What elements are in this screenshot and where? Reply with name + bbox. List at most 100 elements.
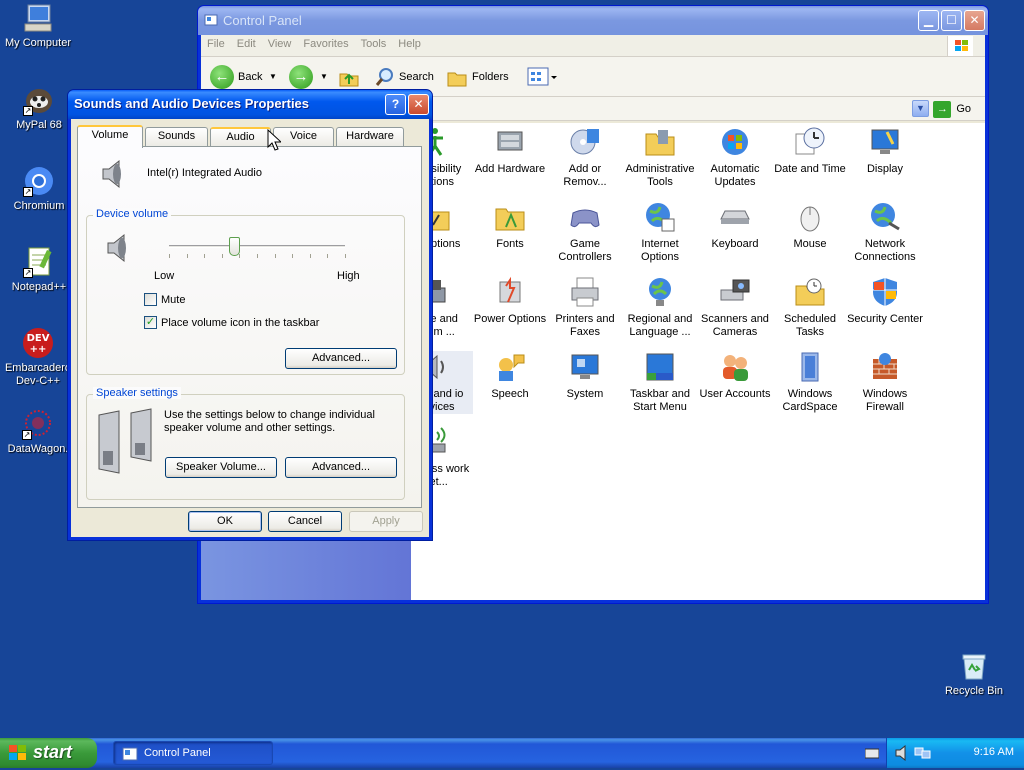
system-icon <box>569 351 601 383</box>
taskbar-start-menu-icon <box>644 351 676 383</box>
apply-button[interactable]: Apply <box>349 511 423 532</box>
device-volume-group: Device volume Low High Mute ✓ Place volu… <box>86 208 405 375</box>
up-folder-icon[interactable] <box>338 65 360 89</box>
start-label: start <box>33 742 73 762</box>
speakers-icon <box>95 407 157 480</box>
cp-item-printers-faxes[interactable]: Printers and Faxes <box>547 276 623 339</box>
cp-item-windows-cardspace[interactable]: Windows CardSpace <box>772 351 848 414</box>
cp-item-display[interactable]: Display <box>847 126 923 176</box>
cp-item-game-controllers[interactable]: Game Controllers <box>547 201 623 264</box>
cp-item-scheduled-tasks[interactable]: Scheduled Tasks <box>772 276 848 339</box>
automatic-updates-icon <box>719 126 751 158</box>
speaker-settings-title: Speaker settings <box>93 387 181 399</box>
volume-advanced-button[interactable]: Advanced... <box>285 348 397 369</box>
back-dropdown-icon[interactable]: ▼ <box>269 65 277 89</box>
forward-button[interactable]: → <box>289 65 313 89</box>
forward-dropdown-icon[interactable]: ▼ <box>320 65 328 89</box>
cp-item-automatic-updates[interactable]: Automatic Updates <box>697 126 773 189</box>
cp-item-mouse[interactable]: Mouse <box>772 201 848 251</box>
mute-checkbox[interactable] <box>144 293 157 306</box>
maximize-button[interactable]: ☐ <box>941 10 962 31</box>
back-arrow-icon[interactable]: ← <box>210 65 234 89</box>
menu-tools[interactable]: Tools <box>355 35 393 50</box>
views-button[interactable] <box>527 65 557 89</box>
search-button[interactable]: Search <box>399 65 434 89</box>
menu-view[interactable]: View <box>262 35 298 50</box>
cp-item-regional-language[interactable]: Regional and Language ... <box>622 276 698 339</box>
desktop-icon-my-computer[interactable]: My Computer <box>0 2 76 50</box>
folders-button[interactable]: Folders <box>472 65 509 89</box>
dialog-close-button[interactable]: ✕ <box>408 94 429 115</box>
search-icon[interactable] <box>375 65 395 89</box>
keyboard-tray-icon[interactable] <box>864 747 880 762</box>
firewall-icon <box>869 351 901 383</box>
tab-hardware[interactable]: Hardware <box>336 127 404 146</box>
tab-voice[interactable]: Voice <box>273 127 334 146</box>
desktop-icon-devcpp[interactable]: DEV ++ Embarcadero Dev-C++ <box>0 327 76 388</box>
computer-icon <box>22 2 54 34</box>
cp-item-speech[interactable]: Speech <box>472 351 548 401</box>
slider-tick <box>310 254 311 258</box>
menu-file[interactable]: File <box>201 35 231 50</box>
desktop-icon-recycle-bin[interactable]: Recycle Bin <box>936 650 1012 698</box>
speaker-advanced-button[interactable]: Advanced... <box>285 457 397 478</box>
desktop-icon-mypal[interactable]: ↗ MyPal 68 <box>1 84 77 132</box>
cp-item-keyboard[interactable]: Keyboard <box>697 201 773 251</box>
device-volume-title: Device volume <box>93 208 172 220</box>
cp-item-add-remove-programs[interactable]: Add or Remov... <box>547 126 623 189</box>
svg-text:DEV: DEV <box>27 333 50 344</box>
dev-cpp-icon: DEV ++ <box>22 327 54 359</box>
folders-icon[interactable] <box>446 65 468 89</box>
cp-item-internet-options[interactable]: Internet Options <box>622 201 698 264</box>
ok-button[interactable]: OK <box>188 511 262 532</box>
cancel-button[interactable]: Cancel <box>268 511 342 532</box>
taskbar: start Control Panel 9:16 AM <box>0 738 1024 768</box>
tab-sounds[interactable]: Sounds <box>145 127 208 146</box>
cp-item-taskbar-start-menu[interactable]: Taskbar and Start Menu <box>622 351 698 414</box>
help-button[interactable]: ? <box>385 94 406 115</box>
speech-icon <box>494 351 526 383</box>
tab-volume[interactable]: Volume <box>77 125 143 148</box>
desktop-icon-datawagon[interactable]: ↗ DataWagon. <box>0 408 76 456</box>
desktop-icon-chromium[interactable]: ↗ Chromium <box>1 165 77 213</box>
system-tray: 9:16 AM <box>864 738 1024 768</box>
cp-item-network-connections[interactable]: Network Connections <box>847 201 923 264</box>
cp-item-security-center[interactable]: Security Center <box>847 276 923 326</box>
menu-edit[interactable]: Edit <box>231 35 262 50</box>
slider-tick <box>292 254 293 258</box>
cp-item-windows-firewall[interactable]: Windows Firewall <box>847 351 923 414</box>
cp-item-fonts[interactable]: Fonts <box>472 201 548 251</box>
back-button[interactable]: Back <box>238 65 262 89</box>
cp-item-power-options[interactable]: Power Options <box>472 276 548 326</box>
close-button[interactable]: ✕ <box>964 10 985 31</box>
mute-label: Mute <box>161 294 186 306</box>
cp-item-system[interactable]: System <box>547 351 623 401</box>
taskbar-item-control-panel[interactable]: Control Panel <box>113 741 273 765</box>
mypal-icon: ↗ <box>23 84 55 116</box>
cp-item-date-time[interactable]: Date and Time <box>772 126 848 176</box>
address-dropdown-icon[interactable]: ▼ <box>912 100 929 117</box>
sounds-audio-properties-dialog[interactable]: Sounds and Audio Devices Properties ? ✕ … <box>67 89 433 541</box>
minimize-button[interactable]: ▁ <box>918 10 939 31</box>
network-tray-icon[interactable] <box>914 745 932 764</box>
volume-tray-icon[interactable] <box>895 744 911 764</box>
desktop-icon-notepadpp[interactable]: ↗ Notepad++ <box>1 246 77 294</box>
tab-audio[interactable]: Audio <box>210 127 271 146</box>
go-button[interactable]: → Go <box>933 100 971 118</box>
menu-favorites[interactable]: Favorites <box>297 35 354 50</box>
menu-help[interactable]: Help <box>392 35 427 50</box>
taskbar-icon-checkbox[interactable]: ✓ <box>144 316 157 329</box>
cp-item-administrative-tools[interactable]: Administrative Tools <box>622 126 698 189</box>
control-panel-titlebar[interactable]: Control Panel ▁ ☐ ✕ <box>198 6 988 35</box>
cp-item-add-hardware[interactable]: Add Hardware <box>472 126 548 176</box>
speaker-volume-button[interactable]: Speaker Volume... <box>165 457 277 478</box>
start-button[interactable]: start <box>0 738 97 768</box>
slider-tick <box>187 254 188 258</box>
volume-high-label: High <box>337 270 360 282</box>
notepad-plus-plus-icon: ↗ <box>23 246 55 278</box>
cp-item-user-accounts[interactable]: User Accounts <box>697 351 773 401</box>
taskbar-icon-label: Place volume icon in the taskbar <box>161 317 320 329</box>
dialog-titlebar[interactable]: Sounds and Audio Devices Properties ? ✕ <box>68 90 432 119</box>
device-volume-slider[interactable] <box>169 245 345 248</box>
cp-item-scanners-cameras[interactable]: Scanners and Cameras <box>697 276 773 339</box>
